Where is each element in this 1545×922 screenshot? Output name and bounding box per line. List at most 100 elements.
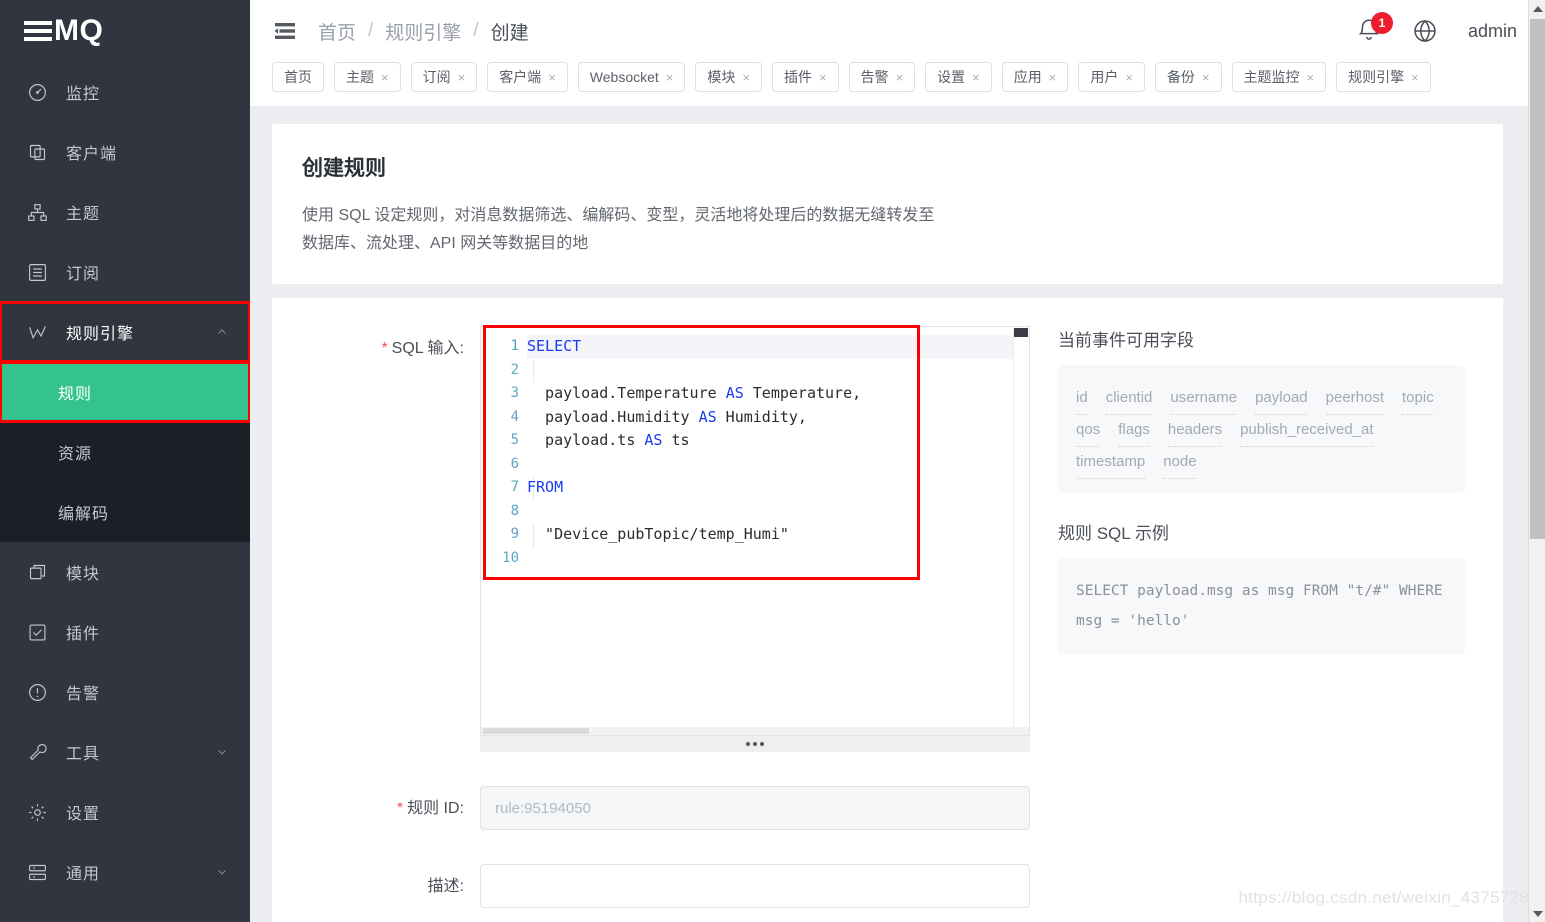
sidebar-item-label: 设置 <box>66 806 101 823</box>
sidebar-item-subscriptions[interactable]: 订阅 <box>0 242 250 302</box>
sql-text: "Device_pubTopic/temp_Humi" <box>527 525 789 543</box>
field-flags[interactable]: flags <box>1118 415 1150 447</box>
globe-icon[interactable] <box>1412 18 1438 44</box>
editor-resize-handle[interactable] <box>480 736 1030 752</box>
field-qos[interactable]: qos <box>1076 415 1101 447</box>
tab-applications[interactable]: 应用 × <box>1001 62 1069 92</box>
top-bar-actions: 1 admin <box>1356 12 1517 45</box>
dashboard-icon <box>26 81 48 103</box>
tab-close-icon[interactable]: × <box>819 71 827 84</box>
breadcrumb-item-rule-engine[interactable]: 规则引擎 <box>385 18 461 45</box>
field-payload[interactable]: payload <box>1255 383 1308 415</box>
tab-plugins[interactable]: 插件 × <box>771 62 839 92</box>
tab-modules[interactable]: 模块 × <box>695 62 762 92</box>
tab-close-icon[interactable]: × <box>1202 71 1210 84</box>
field-id[interactable]: id <box>1076 383 1088 415</box>
tab-close-icon[interactable]: × <box>742 71 750 84</box>
page-description: 使用 SQL 设定规则，对消息数据筛选、编解码、变型，灵活地将处理后的数据无缝转… <box>302 207 935 252</box>
tab-close-icon[interactable]: × <box>548 71 556 84</box>
tab-topics[interactable]: 主题 × <box>334 62 401 92</box>
tab-close-icon[interactable]: × <box>896 71 904 84</box>
tab-websocket[interactable]: Websocket × <box>577 62 686 92</box>
menu-collapse-icon[interactable] <box>270 16 300 46</box>
sql-input-label-text: SQL 输入: <box>391 340 464 357</box>
sidebar-item-settings[interactable]: 设置 <box>0 782 250 842</box>
tab-alarm[interactable]: 告警 × <box>848 62 916 92</box>
sidebar-item-monitor[interactable]: 监控 <box>0 62 250 122</box>
tab-close-icon[interactable]: × <box>1049 71 1057 84</box>
description-label: 描述: <box>427 878 464 895</box>
tab-close-icon[interactable]: × <box>1411 71 1419 84</box>
sql-code-editor[interactable]: 1 2 3 4 5 6 7 8 9 10 SELECT payload.Temp… <box>480 325 1030 736</box>
field-username[interactable]: username <box>1170 383 1238 415</box>
notification-button[interactable]: 1 <box>1356 12 1393 45</box>
sidebar-subitem-codec[interactable]: 编解码 <box>0 482 250 542</box>
sql-text: payload.Temperature <box>527 384 726 402</box>
scroll-up-arrow-icon[interactable] <box>1529 0 1545 17</box>
editor-code-line: "Device_pubTopic/temp_Humi" <box>527 523 1029 547</box>
main-area: 首页 / 规则引擎 / 创建 1 admin 首页 主题 × 订阅 × 客户端 … <box>250 0 1545 922</box>
sidebar-item-rule-engine[interactable]: 规则引擎 <box>0 301 250 363</box>
sidebar-item-clients[interactable]: 客户端 <box>0 122 250 182</box>
user-menu[interactable]: admin <box>1468 21 1517 42</box>
field-node[interactable]: node <box>1163 447 1197 479</box>
editor-horizontal-scrollbar[interactable] <box>481 727 1029 735</box>
page-scrollbar[interactable] <box>1528 0 1545 922</box>
field-clientid[interactable]: clientid <box>1105 383 1153 415</box>
sidebar-item-general[interactable]: 通用 <box>0 842 250 902</box>
sidebar-item-label: 插件 <box>66 626 101 643</box>
general-icon <box>26 861 48 883</box>
rule-id-input[interactable] <box>480 786 1030 830</box>
sidebar-item-topics[interactable]: 主题 <box>0 182 250 242</box>
tools-icon <box>26 741 48 763</box>
tab-users[interactable]: 用户 × <box>1078 62 1145 92</box>
tab-close-icon[interactable]: × <box>1307 71 1315 84</box>
field-headers[interactable]: headers <box>1167 415 1223 447</box>
tab-label: 应用 <box>1013 69 1042 85</box>
tab-clients[interactable]: 客户端 × <box>487 62 568 92</box>
description-input[interactable] <box>480 864 1030 908</box>
brand-logo[interactable]: MQ <box>0 0 250 62</box>
tab-label: 主题监控 <box>1243 69 1300 85</box>
rule-id-row: * 规则 ID: <box>272 786 1503 830</box>
sidebar-item-modules[interactable]: 模块 <box>0 542 250 602</box>
sidebar-item-plugins[interactable]: 插件 <box>0 602 250 662</box>
editor-horizontal-scrollbar-thumb[interactable] <box>483 728 589 734</box>
scroll-down-arrow-icon[interactable] <box>1529 905 1545 922</box>
line-number: 3 <box>510 385 519 401</box>
tab-close-icon[interactable]: × <box>972 71 980 84</box>
editor-vertical-scrollbar-thumb[interactable] <box>1014 328 1028 337</box>
page-scrollbar-thumb[interactable] <box>1530 19 1545 539</box>
sidebar-item-tools[interactable]: 工具 <box>0 722 250 782</box>
field-peerhost[interactable]: peerhost <box>1325 383 1385 415</box>
tab-subscriptions[interactable]: 订阅 × <box>410 62 478 92</box>
tab-rule-engine[interactable]: 规则引擎 × <box>1336 62 1431 92</box>
tab-home[interactable]: 首页 <box>272 62 324 92</box>
breadcrumb-item-home[interactable]: 首页 <box>318 18 356 45</box>
editor-vertical-scrollbar[interactable] <box>1013 327 1029 735</box>
sql-editor-and-help: 1 2 3 4 5 6 7 8 9 10 SELECT payload.Temp… <box>480 325 1473 752</box>
tab-close-icon[interactable]: × <box>381 71 389 84</box>
sidebar-item-alarm[interactable]: 告警 <box>0 662 250 722</box>
field-timestamp[interactable]: timestamp <box>1076 447 1146 479</box>
plugins-icon <box>26 621 48 643</box>
sidebar-item-label: 客户端 <box>66 146 118 163</box>
sidebar-subitem-resources[interactable]: 资源 <box>0 422 250 482</box>
editor-code-line <box>527 500 1029 524</box>
sql-keyword: SELECT <box>527 337 582 355</box>
tab-backup[interactable]: 备份 × <box>1154 62 1222 92</box>
app-root: MQ 监控 客户端 主题 订阅 规则引擎 规则 资源 编解码 模块 插件 告警 … <box>0 0 1545 922</box>
tab-topic-monitor[interactable]: 主题监控 × <box>1231 62 1327 92</box>
tab-settings[interactable]: 设置 × <box>925 62 992 92</box>
field-topic[interactable]: topic <box>1402 383 1434 415</box>
sidebar-subitem-rules[interactable]: 规则 <box>0 361 250 423</box>
tab-label: 客户端 <box>499 69 542 85</box>
editor-code-line: SELECT <box>527 335 1029 359</box>
field-publish-received-at[interactable]: publish_received_at <box>1240 415 1374 447</box>
tab-close-icon[interactable]: × <box>1125 71 1133 84</box>
sidebar-item-label: 监控 <box>66 86 101 103</box>
editor-code-text[interactable]: SELECT payload.Temperature AS Temperatur… <box>527 335 1029 570</box>
sql-code-area[interactable]: 1 2 3 4 5 6 7 8 9 10 SELECT payload.Temp… <box>481 327 1029 735</box>
tab-close-icon[interactable]: × <box>458 71 466 84</box>
tab-close-icon[interactable]: × <box>666 71 674 84</box>
